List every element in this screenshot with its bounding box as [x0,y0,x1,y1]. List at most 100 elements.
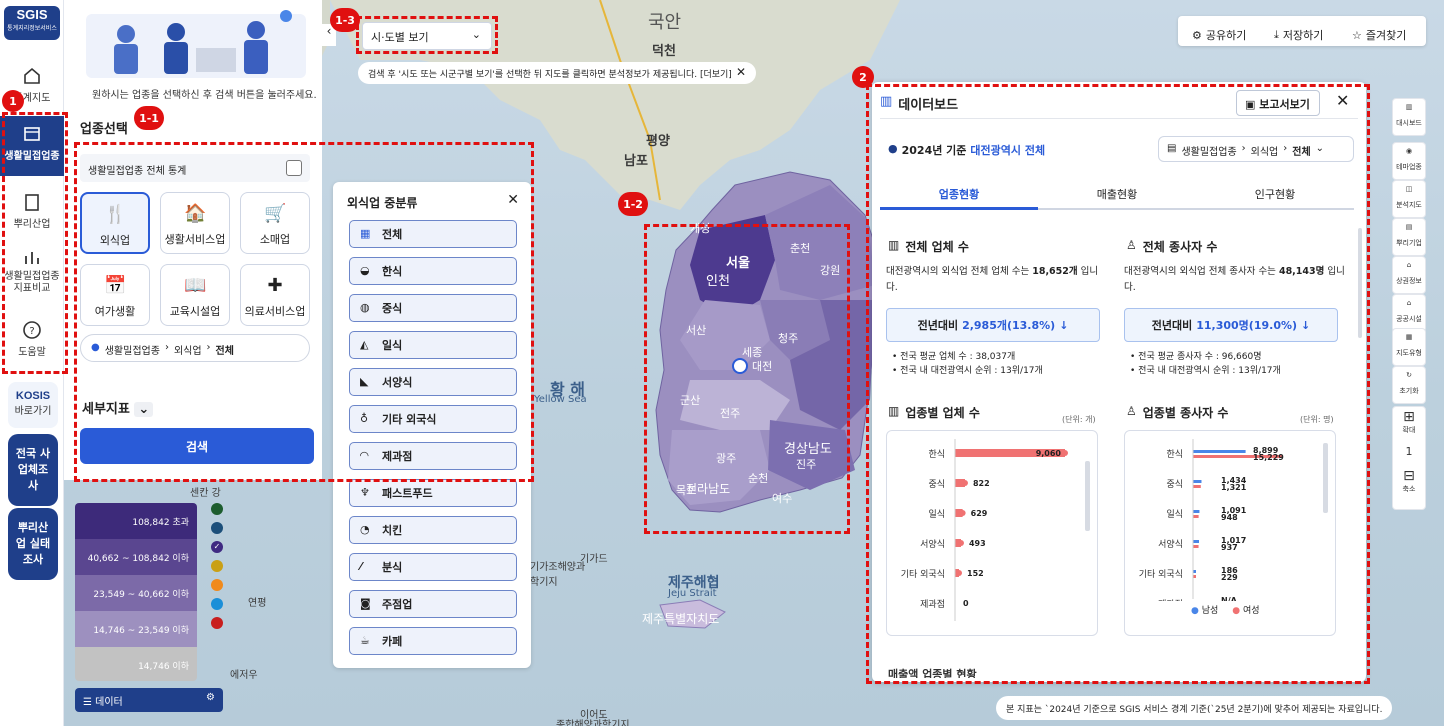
share-button[interactable]: ⚙ 공유하기 [1192,22,1246,48]
annotation-box-1-1 [74,142,534,482]
zoom-in-label: 확대 [1402,426,1416,434]
coffee-icon: ☕ [360,634,370,647]
submenu-item-chicken[interactable]: ◔ 치킨 [349,516,517,544]
tool-label: 테마업종 [1396,163,1422,171]
illustration [86,10,306,78]
color-dot[interactable] [211,560,223,572]
submenu-item-cafe[interactable]: ☕ 카페 [349,627,517,655]
submenu-item-pub[interactable]: ◙ 주점업 [349,590,517,618]
legend-row: 108,842 초과 [75,503,197,539]
tool-theme[interactable]: ◉ 테마업종 [1392,142,1426,180]
tool-label: 초기화 [1399,387,1419,395]
panel-intro: 원하시는 업종을 선택하신 후 검색 버튼을 눌러주세요. [92,90,317,101]
tool-root-company[interactable]: ▤ 뿌리기업 [1392,218,1426,256]
map-label: 제주특별자치도 [642,612,720,626]
zoom-in-icon[interactable]: ⊞ [1393,409,1425,425]
map-legend: 108,842 초과 40,662 ~ 108,842 이하 23,549 ~ … [75,503,197,681]
zoom-control: ⊞ 확대 1 ⊟ 축소 [1392,406,1426,510]
zoom-out-label: 축소 [1402,485,1416,493]
skewer-icon: ⁄ [360,560,362,573]
layers-icon: ▦ [1405,333,1413,341]
legend-row: 40,662 ~ 108,842 이하 [75,539,197,575]
store-icon: ⌂ [1406,261,1412,269]
map-label: 기가드 [580,554,608,565]
kosis-link[interactable]: KOSIS 바로가기 [8,382,58,428]
beer-icon: ◙ [360,597,371,610]
kosis-sub: 바로가기 [14,406,52,417]
star-icon: ☆ [1352,28,1362,42]
legend-row: 14,746 이하 [75,647,197,681]
tool-commercial[interactable]: ⌂ 상권정보 [1392,256,1426,294]
annotation-badge: 1 [2,90,24,112]
pin-icon: ◉ [1405,147,1413,155]
submenu-item-snack[interactable]: ⁄ 분식 [349,553,517,581]
annotation-box-1-3 [356,16,498,54]
building-icon: ▤ [1405,223,1413,231]
annotation-box-1-2 [644,224,850,534]
top-toolbar: ⚙ 공유하기 ⤓ 저장하기 ☆ 즐겨찾기 [1178,16,1426,46]
map-label: 에저우 [230,670,258,681]
home-icon [24,67,40,84]
legend-row: 14,746 ~ 23,549 이하 [75,611,197,647]
data-label: 데이터 [95,697,123,708]
national-survey-button[interactable]: 전국 사업체조사 [8,434,58,506]
submenu-label: 치킨 [382,524,403,537]
annotation-badge: 2 [852,66,874,88]
legend-color-options: ✓ [211,503,225,629]
map-label: Jeju Strait [668,588,717,599]
notice-text: 검색 후 '시도 또는 시군구별 보기'를 선택한 뒤 지도를 클릭하면 분석정… [368,70,732,80]
map-label: 센칸 강 [190,488,221,499]
sgis-logo[interactable]: SGIS 통계지리정보서비스 [4,6,60,40]
submenu-label: 분식 [382,561,403,574]
color-dot-selected[interactable]: ✓ [211,541,223,553]
submenu-item-fastfood[interactable]: ♆ 패스트푸드 [349,479,517,507]
reset-icon: ↻ [1406,371,1412,379]
bank-icon: ⌂ [1406,299,1412,307]
share-icon: ⚙ [1192,28,1202,42]
tool-analysis-map[interactable]: ◫ 분석지도 [1392,180,1426,218]
tool-dashboard[interactable]: ▥ 대시보드 [1392,98,1426,136]
submenu-label: 패스트푸드 [382,487,433,500]
download-icon: ⤓ [1274,28,1279,41]
annotation-badge: 1-1 [134,106,164,130]
map-chart-icon: ◫ [1405,185,1413,193]
list-icon: ☰ [83,697,92,708]
map-label: 국안 [648,12,682,33]
map-label: 남포 [624,154,648,169]
color-dot[interactable] [211,522,223,534]
fries-icon: ♆ [360,486,370,499]
data-toggle-bar[interactable]: ☰ 데이터 ⚙ [75,688,223,712]
btn-label: 뿌리산업 실태조사 [15,521,51,566]
zoom-out-icon[interactable]: ⊟ [1393,468,1425,484]
root-survey-button[interactable]: 뿌리산업 실태조사 [8,508,58,580]
tool-reset[interactable]: ↻ 초기화 [1392,366,1426,404]
favorite-label: 즐겨찾기 [1365,29,1407,42]
annotation-badge: 1-2 [618,192,648,216]
tool-label: 대시보드 [1396,119,1422,127]
logo-subtext: 통계지리정보서비스 [7,25,57,32]
color-dot[interactable] [211,598,223,610]
btn-label: 전국 사업체조사 [15,447,51,492]
color-dot[interactable] [211,503,223,515]
save-button[interactable]: ⤓ 저장하기 [1274,22,1323,48]
tool-label: 공공시설 [1396,315,1422,323]
submenu-label: 주점업 [382,598,413,611]
map-label: 연평 [248,598,267,609]
tool-map-type[interactable]: ▦ 지도유형 [1392,328,1426,366]
map-label: 덕천 [652,44,676,59]
favorite-button[interactable]: ☆ 즐겨찾기 [1352,22,1406,48]
map-label: 평양 [646,134,670,149]
color-dot[interactable] [211,617,223,629]
share-label: 공유하기 [1205,29,1247,42]
zoom-level: 1 [1405,445,1413,458]
logo-text: SGIS [16,7,48,22]
section-title: 업종선택 [80,122,128,137]
tool-public-facility[interactable]: ⌂ 공공시설 [1392,294,1426,332]
kosis-title: KOSIS [15,390,51,402]
save-label: 저장하기 [1282,29,1324,42]
close-icon[interactable]: ✕ [736,65,746,79]
annotation-badge: 1-3 [330,8,360,32]
gear-icon[interactable]: ⚙ [206,692,215,703]
color-dot[interactable] [211,579,223,591]
submenu-label: 카페 [382,635,403,648]
